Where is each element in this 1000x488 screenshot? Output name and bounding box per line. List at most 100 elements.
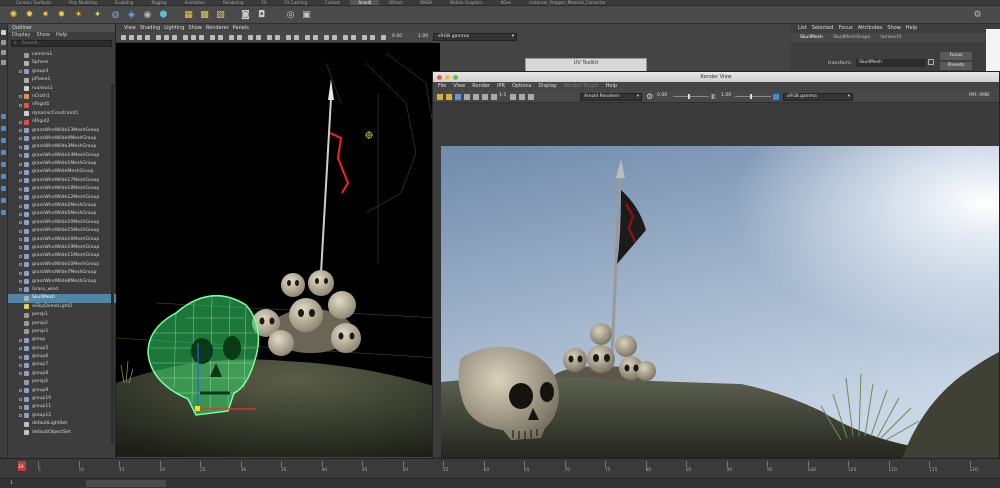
outliner-item[interactable]: grassWindWide14MeshGroup — [8, 152, 116, 160]
layout-side-icon[interactable] — [1, 138, 6, 143]
expand-icon[interactable] — [19, 212, 22, 216]
standin-icon[interactable]: ◈ — [126, 10, 137, 21]
render-menu-render-target[interactable]: Render Target — [564, 82, 599, 91]
ratio-label[interactable]: 1:1 — [499, 93, 506, 98]
shelf-tab-arnold[interactable]: Arnold — [350, 0, 380, 5]
expand-icon[interactable] — [19, 397, 22, 401]
expand-icon[interactable] — [19, 263, 22, 267]
expand-icon[interactable] — [19, 204, 22, 208]
shelf-tab-bifrost[interactable]: Bifrost — [381, 0, 410, 5]
expand-icon[interactable] — [19, 179, 22, 183]
outliner-menu-display[interactable]: Display — [12, 32, 30, 39]
render-icon[interactable]: ▩ — [199, 10, 210, 21]
expand-icon[interactable] — [19, 288, 22, 292]
select-tool-icon[interactable] — [1, 30, 6, 35]
expand-icon[interactable] — [19, 338, 22, 342]
outliner-item[interactable]: group8 — [8, 370, 116, 378]
flush-cache-icon[interactable]: ▦ — [183, 10, 194, 21]
expand-icon[interactable] — [19, 137, 22, 141]
shelf-tab-rigging[interactable]: Rigging — [143, 0, 174, 5]
expand-icon[interactable] — [19, 103, 22, 107]
ae-menu-show[interactable]: Show — [887, 24, 901, 33]
outliner-item[interactable]: persp4 — [8, 378, 116, 386]
render-menu-ipr[interactable]: IPR — [497, 82, 505, 91]
ipr-icon[interactable]: ▧ — [215, 10, 226, 21]
outliner-item[interactable]: grassWindWideMeshGroup — [8, 168, 116, 176]
expand-icon[interactable] — [19, 187, 22, 191]
outliner-item[interactable]: grassWindWide15MeshGroup — [8, 227, 116, 235]
render-menu-display[interactable]: Display — [538, 82, 556, 91]
layout-four-icon[interactable] — [1, 126, 6, 131]
outliner-item[interactable]: group — [8, 336, 116, 344]
expand-icon[interactable] — [19, 196, 22, 200]
outliner-menu-help[interactable]: Help — [56, 32, 67, 39]
spot-light-icon[interactable]: ✷ — [40, 10, 51, 21]
shelf-tab-sculpting[interactable]: Sculpting — [107, 0, 142, 5]
outliner-item[interactable]: Grass_wind — [8, 286, 116, 294]
shelf-tab-fx[interactable]: FX — [253, 0, 274, 5]
point-light-icon[interactable]: ✹ — [24, 10, 35, 21]
expand-icon[interactable] — [19, 347, 22, 351]
ae-menu-list[interactable]: List — [798, 24, 807, 33]
color-management-icon[interactable] — [773, 94, 779, 100]
outliner-item[interactable]: grassWindWide10MeshGroup — [8, 261, 116, 269]
shelf-tab-animation[interactable]: Animation — [177, 0, 213, 5]
render-menu-options[interactable]: Options — [512, 82, 531, 91]
go-to-input-icon[interactable] — [928, 59, 934, 65]
viewport-menu-view[interactable]: View — [124, 24, 136, 32]
outliner-item[interactable]: dynamicConstraint1 — [8, 110, 116, 118]
outliner-item[interactable]: grassWindWide11MeshGroup — [8, 252, 116, 260]
transform-name-field[interactable]: SkullMesh — [856, 59, 926, 67]
outliner-item[interactable]: persp2 — [8, 320, 116, 328]
sun-light-icon[interactable]: ✺ — [8, 10, 19, 21]
viewport-exposure-value[interactable]: 0.00 — [392, 34, 402, 39]
outliner-item[interactable]: persp3 — [8, 328, 116, 336]
focus-button[interactable]: Focus — [940, 52, 972, 60]
viewport-menu-lighting[interactable]: Lighting — [164, 24, 184, 32]
outliner-item[interactable]: grassWindWide13MeshGroup — [8, 127, 116, 135]
ae-menu-help[interactable]: Help — [906, 24, 917, 33]
outliner-item[interactable]: group10 — [8, 395, 116, 403]
outliner-item[interactable]: camera1 — [8, 51, 116, 59]
skydome-light-icon[interactable]: ◍ — [110, 10, 121, 21]
outliner-menu-show[interactable]: Show — [36, 32, 50, 39]
shelf-tab-curves-surfaces[interactable]: Curves / Surfaces — [8, 0, 59, 5]
ae-menu-selected[interactable]: Selected — [812, 24, 834, 33]
physical-sky-icon[interactable]: ⬢ — [158, 10, 169, 21]
expand-icon[interactable] — [19, 414, 22, 418]
outliner-item[interactable]: SkullMesh — [8, 294, 116, 303]
shelf-tab-xgen[interactable]: XGen — [492, 0, 519, 5]
range-slider-handle[interactable] — [86, 480, 166, 487]
photometric-light-icon[interactable]: ✦ — [92, 10, 103, 21]
outliner-item[interactable]: grassWindWide20MeshGroup — [8, 219, 116, 227]
outliner-search-input[interactable]: ⌕ Search... — [11, 40, 112, 47]
outliner-item[interactable]: Sphere — [8, 59, 116, 67]
shelf-tab-motion-graphics[interactable]: Motion Graphics — [442, 0, 491, 5]
outliner-item[interactable]: group9 — [8, 387, 116, 395]
outliner-item[interactable]: group5 — [8, 345, 116, 353]
perspective-viewport[interactable] — [116, 43, 440, 457]
outliner-item[interactable]: nCloth1 — [8, 93, 116, 101]
shelf-settings-icon[interactable]: ⚙ — [972, 10, 983, 21]
rendered-image[interactable] — [441, 146, 999, 459]
outliner-item[interactable]: grassWindWide12MeshGroup — [8, 194, 116, 202]
expand-icon[interactable] — [19, 170, 22, 174]
outliner-item[interactable]: pPlane1 — [8, 76, 116, 84]
outliner-item[interactable]: grassWindWide3MeshGroup — [8, 143, 116, 151]
outliner-item[interactable]: grassWindWide8MeshGroup — [8, 278, 116, 286]
close-window-icon[interactable] — [437, 74, 442, 80]
render-menu-help[interactable]: Help — [606, 82, 617, 91]
viewport-menu-panels[interactable]: Panels — [233, 24, 249, 32]
expand-icon[interactable] — [19, 145, 22, 149]
gear-icon[interactable]: ⚙ — [646, 92, 653, 101]
expand-icon[interactable] — [19, 254, 22, 258]
expand-icon[interactable] — [19, 120, 22, 124]
expand-icon[interactable] — [19, 363, 22, 367]
outliner-item[interactable]: grassWindWide16MeshGroup — [8, 236, 116, 244]
outliner-item[interactable]: aiSkyDomeLight2 — [8, 303, 116, 311]
outliner-item[interactable]: persp1 — [8, 311, 116, 319]
exposure-slider-handle[interactable] — [688, 94, 690, 99]
area-light-icon[interactable]: ✸ — [56, 10, 67, 21]
render-gamma-value[interactable]: 1.00 — [721, 93, 731, 98]
paint-tool-icon[interactable] — [1, 50, 6, 55]
